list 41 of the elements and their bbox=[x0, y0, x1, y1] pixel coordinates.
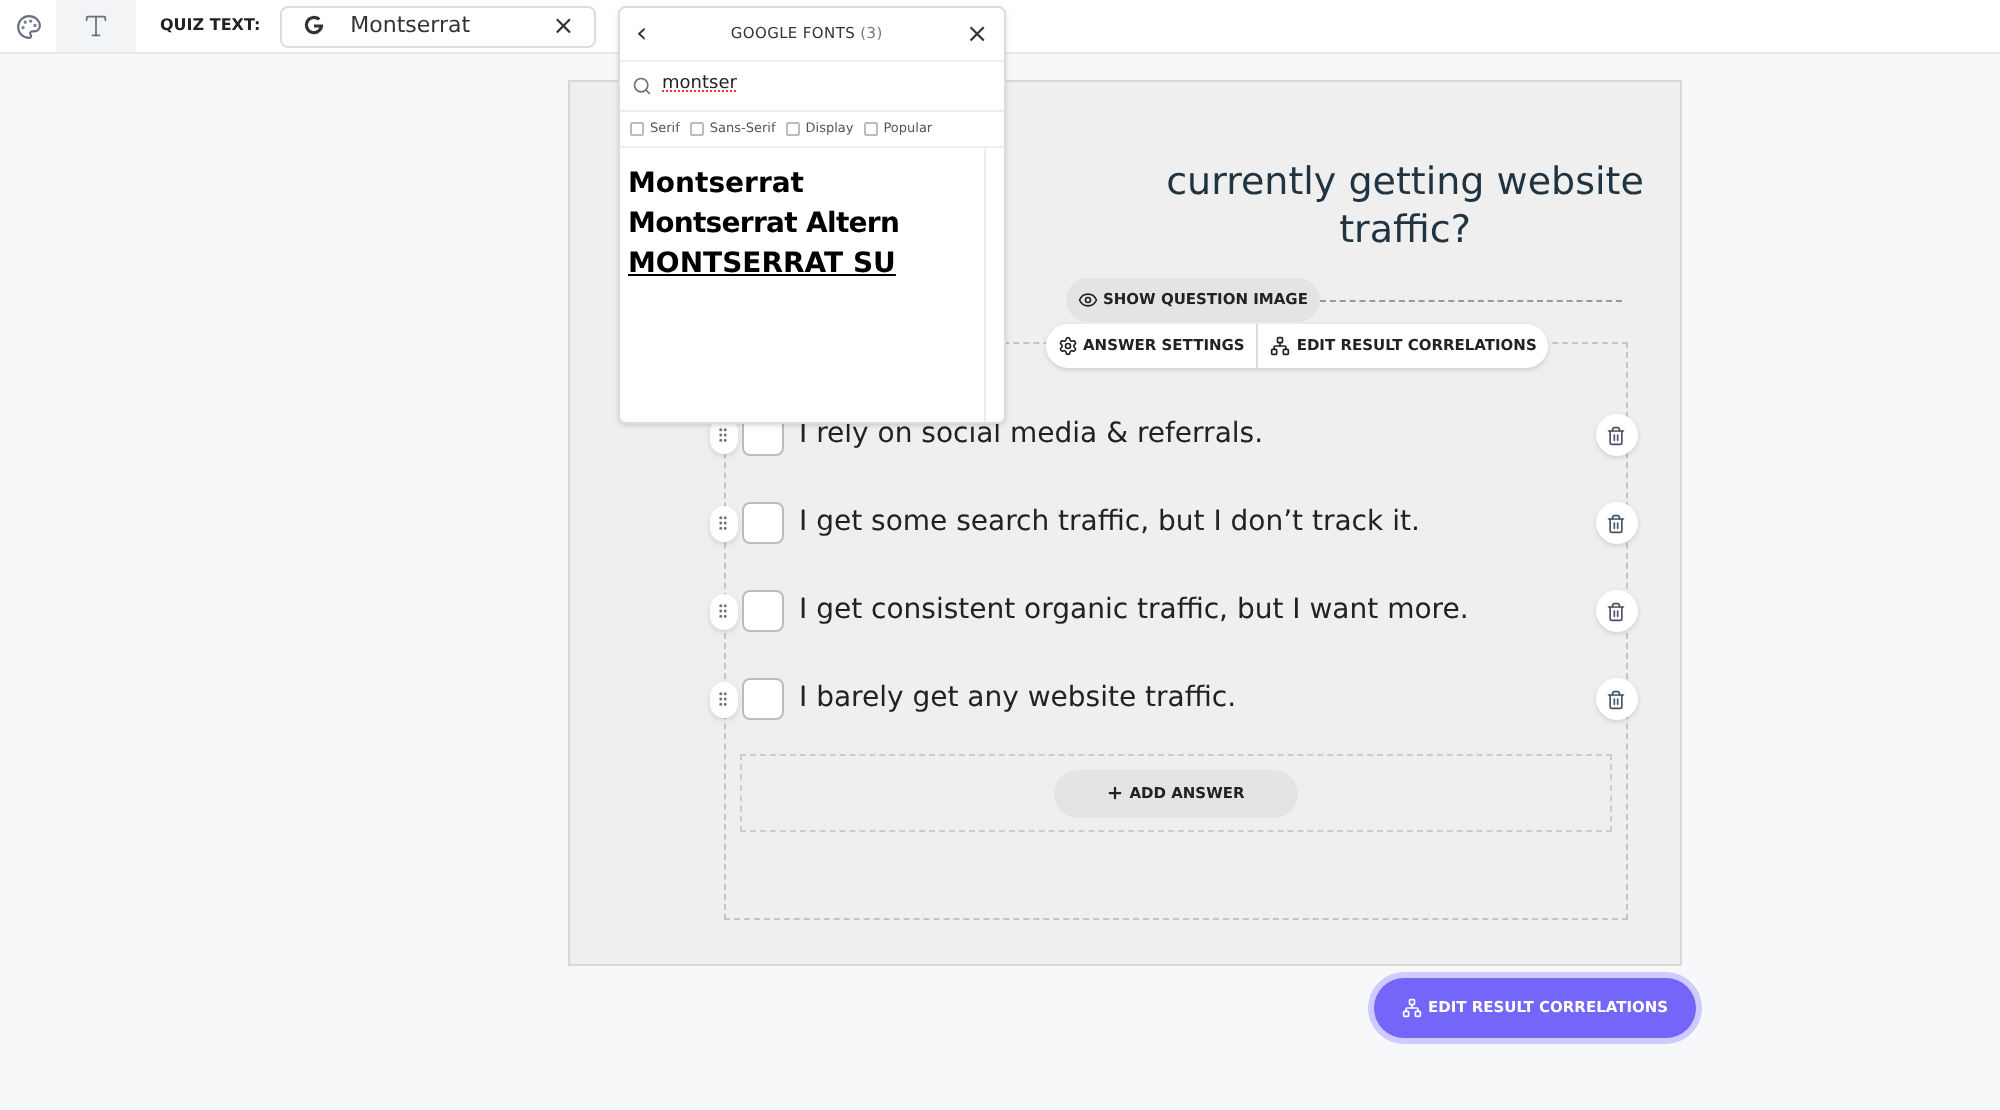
plus-icon bbox=[1105, 784, 1124, 802]
font-result[interactable]: Montserrat Altern bbox=[628, 204, 900, 244]
question-title[interactable]: currently getting website traffic? bbox=[1166, 158, 1644, 254]
delete-button[interactable] bbox=[1595, 590, 1637, 632]
drag-handle[interactable] bbox=[709, 681, 737, 717]
eye-icon bbox=[1077, 290, 1097, 310]
close-button[interactable]: × bbox=[966, 21, 988, 47]
quiz-text-label: QUIZ TEXT: bbox=[160, 14, 261, 38]
font-select[interactable]: Montserrat × bbox=[280, 5, 597, 47]
font-select-value: Montserrat bbox=[350, 9, 473, 42]
clear-button[interactable]: × bbox=[552, 13, 575, 39]
filter-checkbox[interactable] bbox=[785, 122, 800, 136]
answer-checkbox[interactable] bbox=[741, 502, 783, 544]
drag-handle[interactable] bbox=[709, 593, 737, 629]
drag-handle[interactable] bbox=[709, 505, 737, 541]
text-icon[interactable] bbox=[82, 12, 110, 40]
delete-button[interactable] bbox=[1595, 678, 1637, 720]
filter-checkbox[interactable] bbox=[863, 122, 878, 136]
filter-checkbox[interactable] bbox=[630, 122, 644, 136]
font-result[interactable]: Montserrat bbox=[628, 164, 804, 204]
palette-icon[interactable] bbox=[15, 13, 41, 39]
trash-icon bbox=[1606, 425, 1626, 445]
hierarchy-icon bbox=[1402, 998, 1422, 1018]
google-g-icon bbox=[302, 14, 327, 38]
search-field[interactable]: montser bbox=[620, 62, 1004, 112]
answer-text[interactable]: I get some search traffic, but I don’t track it. bbox=[799, 502, 1595, 544]
answer-text[interactable]: I barely get any website traffic. bbox=[799, 678, 1595, 720]
answer-checkbox[interactable] bbox=[741, 678, 783, 720]
settings-icon bbox=[1057, 336, 1077, 356]
trash-icon bbox=[1606, 601, 1626, 621]
trash-icon bbox=[1606, 689, 1626, 709]
filter-checkbox[interactable] bbox=[689, 122, 704, 136]
search-icon bbox=[632, 76, 652, 96]
delete-button[interactable] bbox=[1595, 414, 1637, 456]
font-result[interactable]: MONTSERRAT SU bbox=[628, 244, 896, 284]
hierarchy-icon bbox=[1270, 336, 1291, 356]
back-button[interactable]: ‹ bbox=[636, 20, 648, 48]
trash-icon bbox=[1606, 513, 1626, 533]
answer-text[interactable]: I get consistent organic traffic, but I want more. bbox=[799, 590, 1595, 632]
delete-button[interactable] bbox=[1595, 502, 1637, 544]
answer-checkbox[interactable] bbox=[741, 590, 783, 632]
